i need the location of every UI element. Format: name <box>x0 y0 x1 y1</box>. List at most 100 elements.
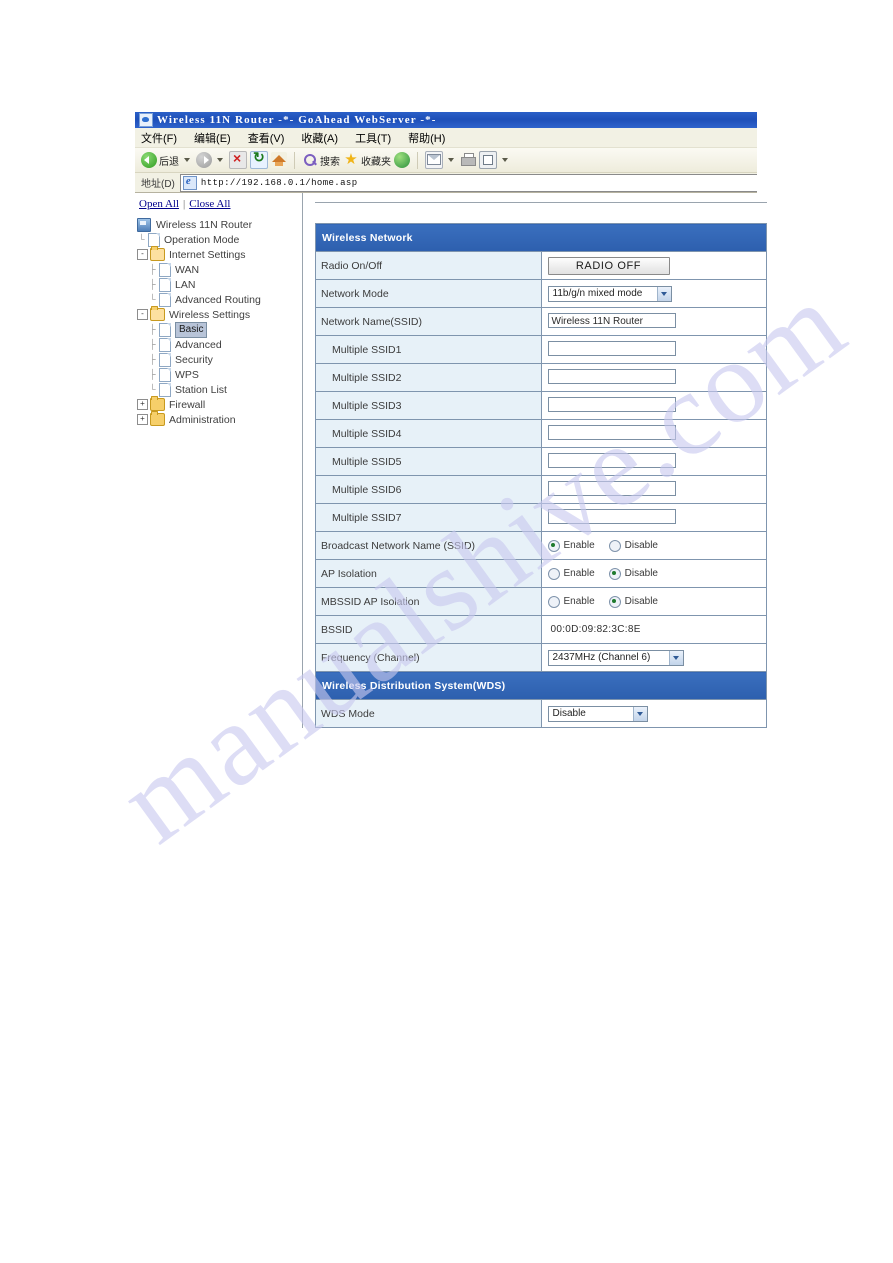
page-icon <box>159 352 171 367</box>
close-all-link[interactable]: Close All <box>189 198 230 210</box>
ap-isolation-enable-radio[interactable] <box>547 567 560 580</box>
tree-connector: ├ <box>149 369 156 379</box>
sidebar-item-lan[interactable]: ├ LAN <box>137 277 302 292</box>
tree-controls-separator: | <box>183 198 186 210</box>
mssid6-input[interactable] <box>547 480 676 496</box>
mssid4-input[interactable] <box>547 424 676 440</box>
chevron-down-icon[interactable] <box>668 650 683 665</box>
sidebar-item-operation-mode[interactable]: └ Operation Mode <box>137 232 302 247</box>
open-all-link[interactable]: Open All <box>139 198 179 210</box>
table-row: Multiple SSID3 <box>315 391 767 420</box>
wds-mode-select[interactable]: Disable <box>547 705 648 722</box>
favorites-button-label: 收藏夹 <box>361 156 391 168</box>
table-row: MBSSID AP Isolation Enable Disable <box>315 587 767 616</box>
sidebar-item-internet-settings[interactable]: - Internet Settings <box>137 246 302 262</box>
sidebar-item-label: Advanced <box>175 338 222 351</box>
mail-button[interactable] <box>425 151 457 169</box>
sidebar-item-administration[interactable]: + Administration <box>137 411 302 427</box>
expand-toggle-icon[interactable]: + <box>137 399 148 410</box>
page-icon <box>148 232 160 247</box>
back-icon <box>141 152 157 168</box>
sidebar-item-advanced-routing[interactable]: └ Advanced Routing <box>137 292 302 307</box>
sidebar-item-firewall[interactable]: + Firewall <box>137 396 302 412</box>
frequency-channel-select[interactable]: 2437MHz (Channel 6) <box>547 649 684 666</box>
row-value-mssid6 <box>540 475 767 504</box>
sidebar-item-wps[interactable]: ├ WPS <box>137 367 302 382</box>
row-value-broadcast-ssid: Enable Disable <box>540 531 767 560</box>
sidebar-item-security[interactable]: ├ Security <box>137 352 302 367</box>
sidebar-item-station-list[interactable]: └ Station List <box>137 382 302 397</box>
collapse-toggle-icon[interactable]: - <box>137 249 148 260</box>
sidebar-item-label: WPS <box>175 368 199 381</box>
forward-dropdown-icon[interactable] <box>217 158 223 162</box>
chevron-down-icon[interactable] <box>632 706 647 721</box>
row-value-radio-onoff: RADIO OFF <box>540 251 767 280</box>
sidebar-item-label: Wireless 11N Router <box>156 218 253 231</box>
menu-item-file[interactable]: 文件(F) <box>141 130 177 146</box>
page-icon <box>159 277 171 292</box>
history-globe-icon[interactable] <box>394 152 410 168</box>
mssid7-input[interactable] <box>547 508 676 524</box>
back-dropdown-icon[interactable] <box>184 158 190 162</box>
edit-dropdown-icon[interactable] <box>502 158 508 162</box>
mssid2-input[interactable] <box>547 368 676 384</box>
tree-connector: ├ <box>149 324 156 334</box>
menu-item-tools[interactable]: 工具(T) <box>355 130 391 146</box>
folder-open-icon <box>150 246 165 261</box>
network-mode-select[interactable]: 11b/g/n mixed mode <box>547 285 672 302</box>
ssid-input[interactable]: Wireless 11N Router <box>547 312 676 328</box>
table-row: Multiple SSID4 <box>315 419 767 448</box>
page-icon <box>159 262 171 277</box>
sidebar-item-wireless-11n-router[interactable]: Wireless 11N Router <box>137 217 302 232</box>
row-label-mssid4: Multiple SSID4 <box>315 419 542 448</box>
edit-icon <box>479 151 497 169</box>
print-icon[interactable] <box>460 152 476 168</box>
sidebar-item-label: LAN <box>175 278 196 291</box>
table-row: Frequency (Channel) 2437MHz (Channel 6) <box>315 643 767 672</box>
favorites-button[interactable]: ★ 收藏夹 <box>343 152 391 168</box>
mbssid-ap-isolation-disable-radio[interactable] <box>608 595 621 608</box>
collapse-toggle-icon[interactable]: - <box>137 309 148 320</box>
broadcast-ssid-disable-radio[interactable] <box>608 539 621 552</box>
browser-window: Wireless 11N Router -*- GoAhead WebServe… <box>135 112 767 728</box>
mail-dropdown-icon[interactable] <box>448 158 454 162</box>
mbssid-ap-isolation-enable-radio[interactable] <box>547 595 560 608</box>
section-header-row: Wireless Distribution System(WDS) <box>315 671 767 700</box>
sidebar-item-label: Firewall <box>169 398 206 411</box>
sidebar-item-advanced[interactable]: ├ Advanced <box>137 337 302 352</box>
sidebar: Open All | Close All Wireless 11N Router └… <box>135 193 303 728</box>
menu-item-help[interactable]: 帮助(H) <box>408 130 445 146</box>
broadcast-ssid-disable-label: Disable <box>624 540 658 551</box>
menu-item-favorites[interactable]: 收藏(A) <box>301 130 338 146</box>
back-button[interactable]: 后退 <box>141 152 193 168</box>
section-header-row: Wireless Network <box>315 223 767 252</box>
address-url-text: http://192.168.0.1/home.asp <box>200 177 358 188</box>
row-value-mssid4 <box>540 419 767 448</box>
search-button[interactable]: 搜索 <box>302 152 340 168</box>
menu-item-edit[interactable]: 编辑(E) <box>194 130 231 146</box>
sidebar-item-basic[interactable]: ├ Basic <box>137 321 302 338</box>
mssid1-input[interactable] <box>547 340 676 356</box>
forward-button[interactable] <box>196 152 226 168</box>
sidebar-item-wireless-settings[interactable]: - Wireless Settings <box>137 306 302 322</box>
wds-mode-selected-value: Disable <box>552 708 586 719</box>
home-icon[interactable] <box>271 152 287 168</box>
stop-icon[interactable] <box>229 150 247 169</box>
folder-closed-icon <box>150 411 165 426</box>
address-input[interactable]: http://192.168.0.1/home.asp <box>179 173 757 192</box>
expand-toggle-icon[interactable]: + <box>137 414 148 425</box>
tree-connector: └ <box>149 384 156 394</box>
menu-item-view[interactable]: 查看(V) <box>248 130 285 146</box>
sidebar-item-wan[interactable]: ├ WAN <box>137 262 302 277</box>
mssid5-input[interactable] <box>547 452 676 468</box>
radio-off-button[interactable]: RADIO OFF <box>547 256 670 275</box>
mbssid-ap-isolation-enable-label: Enable <box>563 596 595 607</box>
broadcast-ssid-enable-radio[interactable] <box>547 539 560 552</box>
edit-button[interactable] <box>479 151 511 169</box>
mssid3-input[interactable] <box>547 396 676 412</box>
table-row: WDS Mode Disable <box>315 699 767 728</box>
ap-isolation-disable-radio[interactable] <box>608 567 621 580</box>
refresh-icon[interactable] <box>250 149 268 169</box>
chevron-down-icon[interactable] <box>656 286 671 301</box>
table-row: Multiple SSID2 <box>315 363 767 392</box>
